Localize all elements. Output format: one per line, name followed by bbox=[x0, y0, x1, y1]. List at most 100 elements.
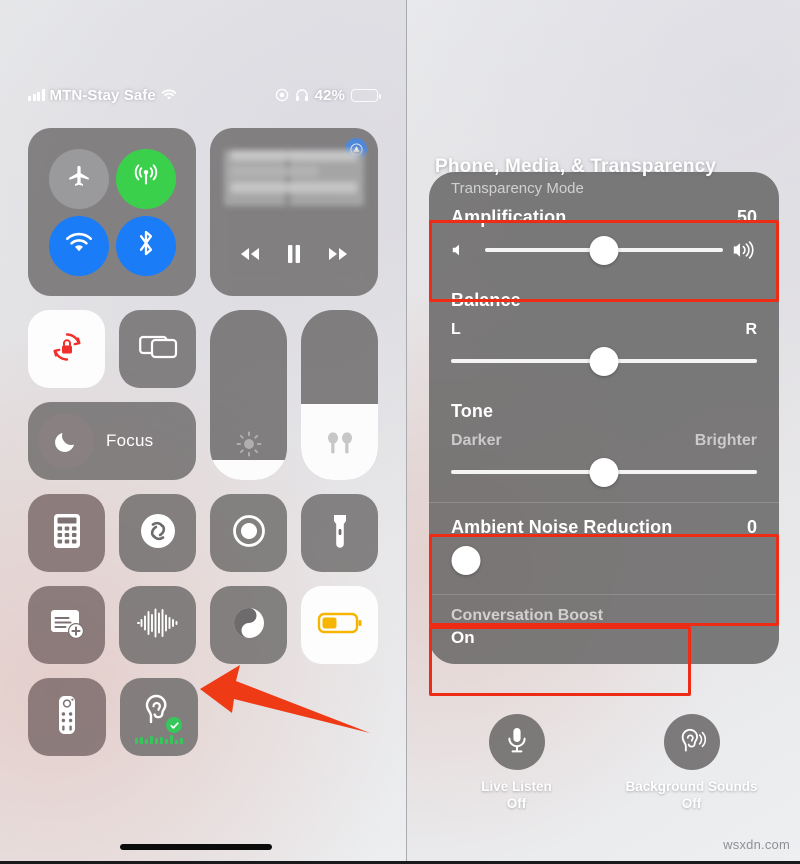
bluetooth-icon bbox=[136, 228, 156, 263]
amplification-slider[interactable] bbox=[451, 235, 757, 265]
low-power-battery-icon bbox=[317, 610, 363, 641]
flashlight-icon bbox=[329, 511, 351, 556]
hearing-button[interactable] bbox=[120, 678, 198, 756]
fast-forward-icon[interactable] bbox=[323, 244, 353, 269]
screen-record-icon bbox=[229, 511, 269, 556]
calculator-button[interactable] bbox=[28, 494, 105, 572]
focus-label: Focus bbox=[106, 431, 154, 450]
airplane-mode-button[interactable] bbox=[48, 148, 109, 209]
tone-knob[interactable] bbox=[589, 457, 619, 487]
hearing-action-buttons: Live Listen Off Background Sounds Off bbox=[429, 714, 779, 811]
ambient-noise-reduction-slider[interactable] bbox=[451, 545, 757, 575]
brightness-sun-icon bbox=[234, 429, 264, 464]
sound-recognition-button[interactable] bbox=[119, 586, 196, 664]
apple-tv-remote-button[interactable] bbox=[28, 678, 106, 756]
volume-low-icon bbox=[451, 242, 467, 258]
carrier-label: MTN-Stay Safe bbox=[49, 86, 156, 104]
apple-tv-remote-icon bbox=[56, 694, 78, 741]
screen-mirroring-button[interactable] bbox=[119, 310, 196, 388]
moon-icon bbox=[38, 413, 94, 469]
ambient-noise-reduction-knob[interactable] bbox=[451, 545, 481, 575]
battery-percent-label: 42% bbox=[314, 86, 345, 104]
status-bar-right: 42% bbox=[275, 86, 381, 104]
tone-brighter-label: Brighter bbox=[694, 432, 757, 449]
sound-waveform-icon bbox=[135, 606, 181, 645]
battery-icon bbox=[351, 88, 381, 102]
headphones-icon bbox=[295, 88, 309, 102]
audio-level-meter bbox=[135, 735, 183, 744]
conversation-boost-label: Conversation Boost bbox=[451, 607, 604, 624]
balance-knob[interactable] bbox=[589, 346, 619, 376]
control-center-panel: MTN-Stay Safe 42% Focus bbox=[0, 0, 406, 864]
cc-row-1 bbox=[28, 128, 378, 296]
now-playing-module[interactable] bbox=[210, 128, 378, 296]
dark-mode-icon bbox=[229, 603, 269, 648]
brightness-slider[interactable] bbox=[210, 310, 287, 480]
screen-record-indicator-icon bbox=[275, 88, 289, 102]
volume-slider[interactable] bbox=[301, 310, 378, 480]
conversation-boost-row[interactable]: Conversation Boost On bbox=[429, 595, 779, 664]
pause-icon[interactable] bbox=[284, 243, 304, 270]
hearing-controls-panel: Phone, Media, & Transparency Transparenc… bbox=[407, 0, 800, 864]
conversation-boost-value: On bbox=[451, 628, 475, 647]
rewind-icon[interactable] bbox=[235, 244, 265, 269]
tone-section: Tone Darker Brighter bbox=[429, 391, 779, 502]
cellular-antenna-icon bbox=[131, 161, 161, 196]
cc-row-3 bbox=[28, 494, 378, 572]
airpods-icon bbox=[322, 429, 358, 464]
live-listen-button[interactable]: Live Listen Off bbox=[442, 714, 592, 811]
amplification-knob[interactable] bbox=[589, 235, 619, 265]
live-listen-state: Off bbox=[506, 795, 527, 811]
wifi-icon bbox=[64, 232, 94, 259]
cellular-data-button[interactable] bbox=[115, 148, 176, 209]
wifi-button[interactable] bbox=[48, 215, 109, 276]
background-sounds-label: Background Sounds bbox=[625, 779, 758, 794]
watermark: wsxdn.com bbox=[723, 837, 790, 852]
red-arrow-pointer bbox=[196, 655, 372, 745]
flashlight-button[interactable] bbox=[301, 494, 378, 572]
screenshot-stage: MTN-Stay Safe 42% Focus Phone, Media, & … bbox=[0, 0, 800, 864]
bluetooth-button[interactable] bbox=[115, 215, 176, 276]
hearing-controls-card: Transparency Mode Amplification 50 Balan… bbox=[429, 172, 779, 664]
rotation-lock-button[interactable] bbox=[28, 310, 105, 388]
balance-slider[interactable] bbox=[451, 346, 757, 376]
cc-left-column: Focus bbox=[28, 310, 196, 480]
shazam-button[interactable] bbox=[119, 494, 196, 572]
background-sounds-state: Off bbox=[681, 795, 702, 811]
tone-label: Tone bbox=[451, 401, 494, 421]
hearing-ear-icon bbox=[140, 690, 182, 733]
microphone-icon bbox=[504, 725, 530, 760]
background-sounds-button[interactable]: Background Sounds Off bbox=[617, 714, 767, 811]
quick-note-icon bbox=[47, 605, 87, 646]
cc-row-4 bbox=[28, 586, 378, 664]
tone-darker-label: Darker bbox=[451, 432, 502, 449]
dark-mode-button[interactable] bbox=[210, 586, 287, 664]
cc-utility-row bbox=[28, 310, 196, 388]
balance-section: Balance L R bbox=[429, 280, 779, 391]
green-check-badge-icon bbox=[166, 717, 182, 733]
live-listen-label: Live Listen bbox=[481, 779, 552, 794]
tone-slider[interactable] bbox=[451, 457, 757, 487]
cellular-signal-bars-icon bbox=[28, 89, 45, 101]
balance-right-label: R bbox=[745, 321, 757, 338]
balance-left-label: L bbox=[451, 321, 461, 338]
low-power-mode-button[interactable] bbox=[301, 586, 378, 664]
ambient-noise-reduction-section: Ambient Noise Reduction 0 bbox=[429, 503, 779, 594]
quick-note-button[interactable] bbox=[28, 586, 105, 664]
balance-label: Balance bbox=[451, 290, 521, 310]
connectivity-module[interactable] bbox=[28, 128, 196, 296]
screen-recording-button[interactable] bbox=[210, 494, 287, 572]
media-transport-controls bbox=[210, 243, 378, 270]
hearing-panel-header: Phone, Media, & Transparency bbox=[435, 156, 717, 177]
amplification-label: Amplification bbox=[451, 207, 567, 227]
airplane-icon bbox=[66, 163, 92, 194]
status-bar-left: MTN-Stay Safe bbox=[28, 87, 177, 104]
screen-mirroring-icon bbox=[137, 330, 179, 369]
status-bar: MTN-Stay Safe 42% bbox=[28, 84, 381, 106]
wifi-icon bbox=[161, 89, 177, 101]
focus-button[interactable]: Focus bbox=[28, 402, 196, 480]
home-indicator bbox=[120, 844, 272, 850]
blurred-now-playing-artwork bbox=[224, 150, 364, 206]
volume-high-icon bbox=[731, 241, 757, 259]
rotation-lock-icon bbox=[47, 327, 87, 372]
